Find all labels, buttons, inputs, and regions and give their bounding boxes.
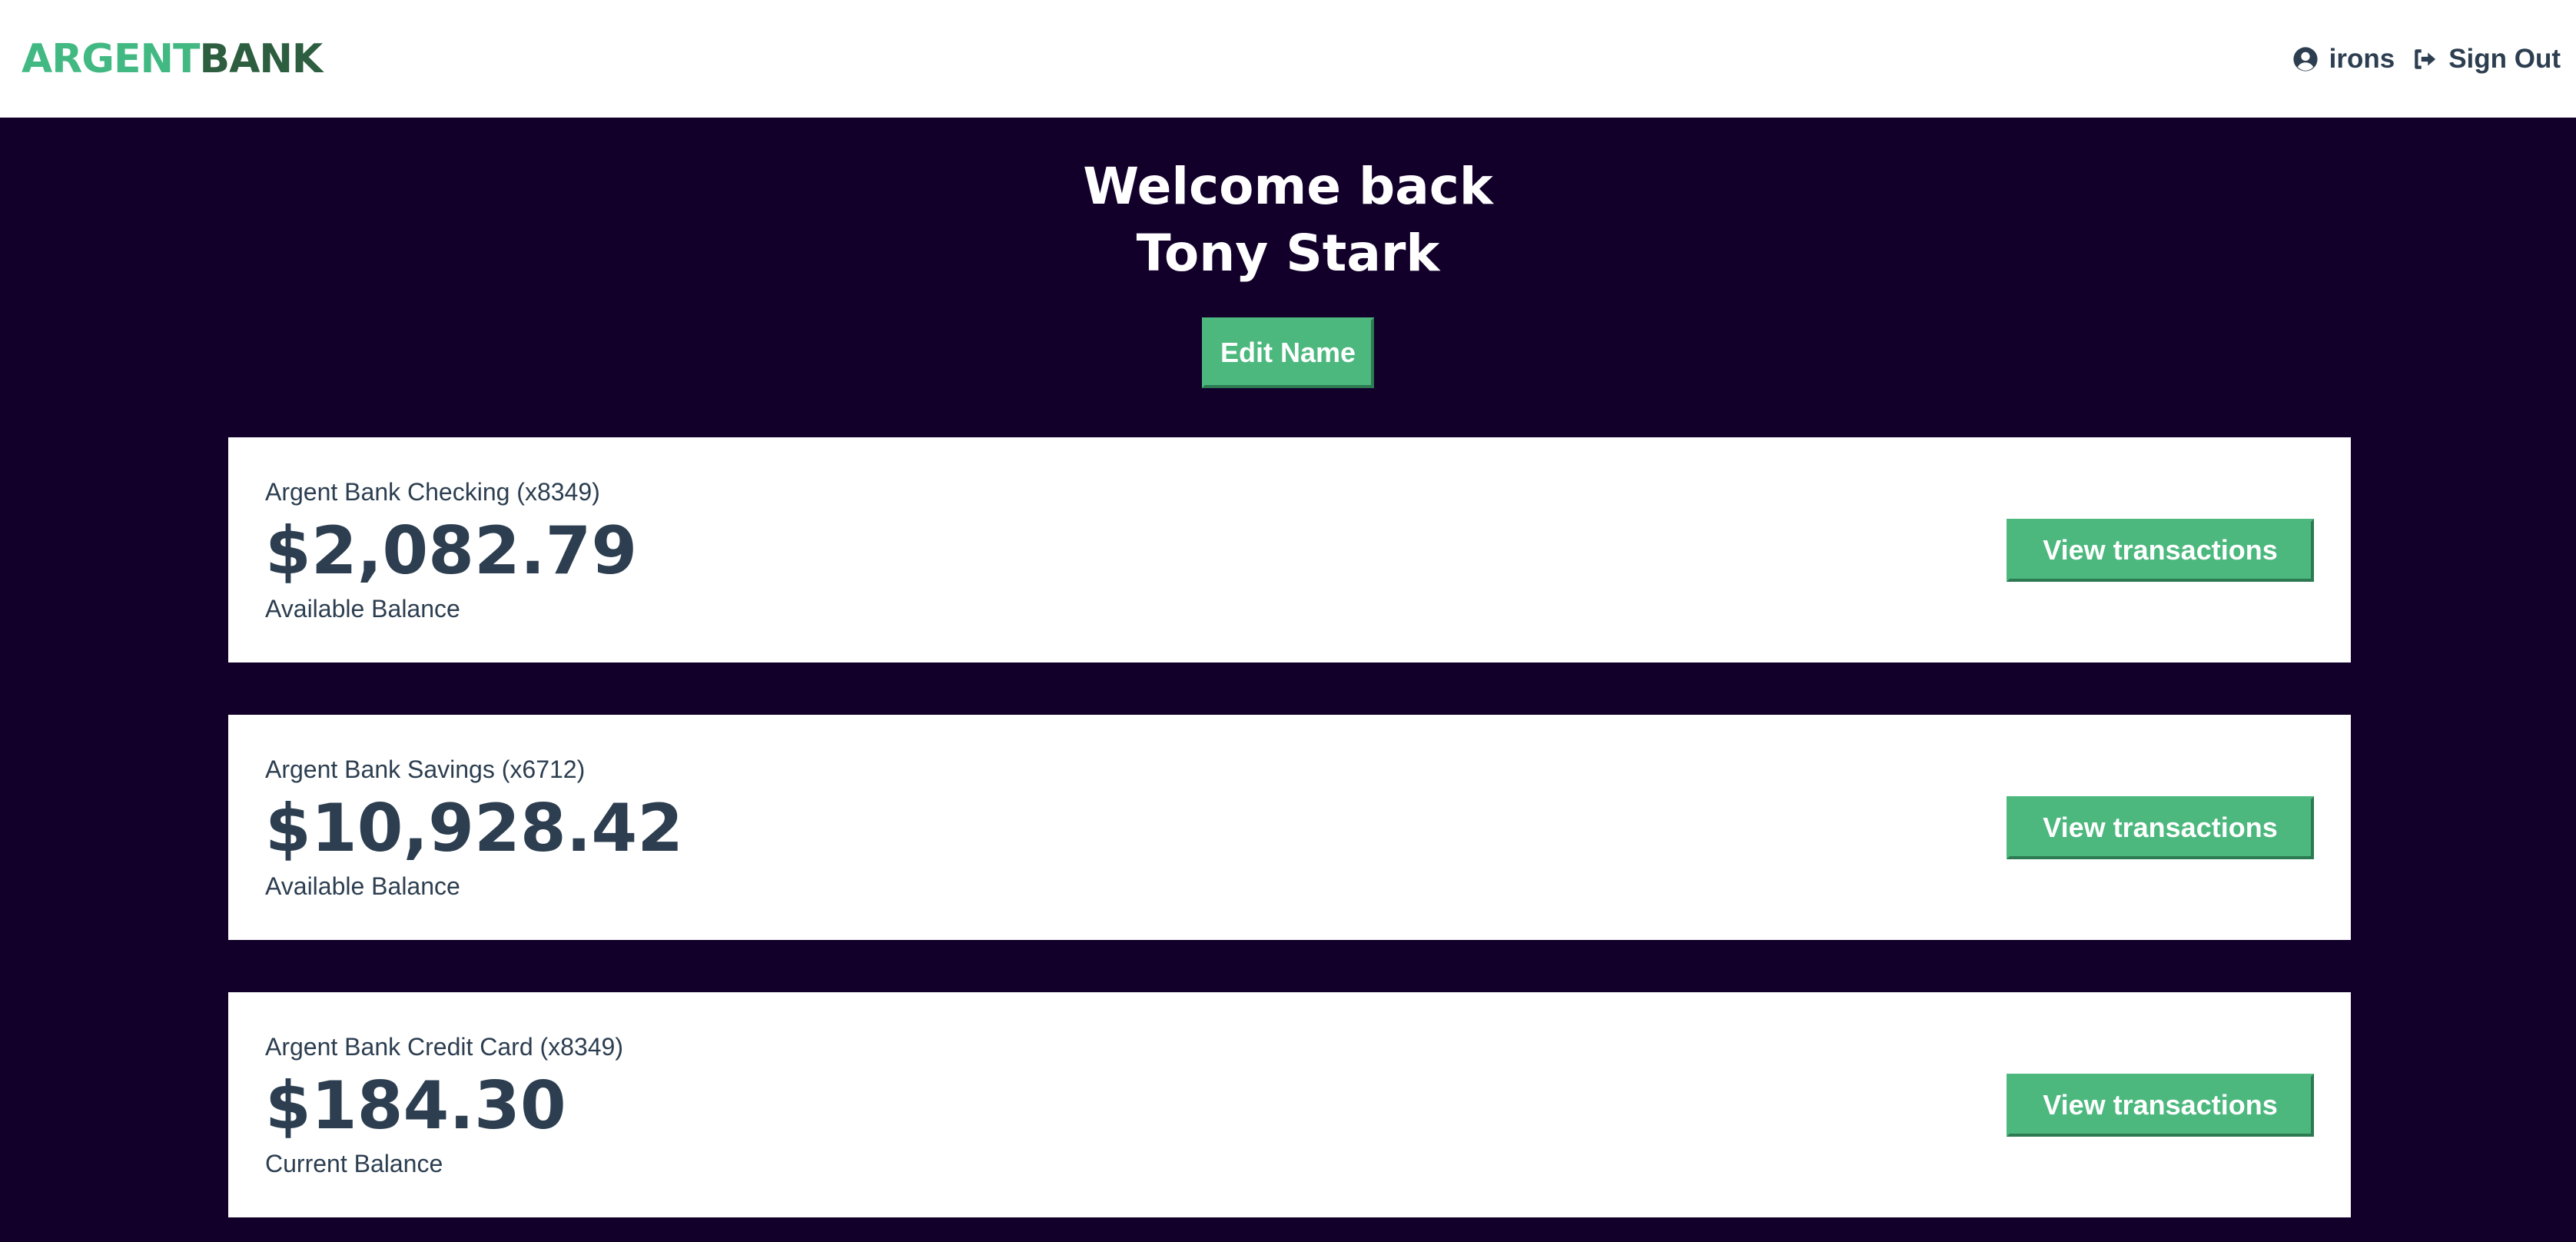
greeting-text: Welcome back [1083,157,1493,216]
account-card: Argent Bank Savings (x6712) $10,928.42 A… [228,715,2351,940]
brand-logo-bank: BANK [199,35,323,82]
account-card: Argent Bank Checking (x8349) $2,082.79 A… [228,437,2351,663]
brand-logo[interactable]: ARGENT BANK [22,35,323,82]
view-transactions-button[interactable]: View transactions [2007,795,2314,859]
account-info: Argent Bank Credit Card (x8349) $184.30 … [265,1031,623,1179]
account-amount-description: Current Balance [265,1149,443,1177]
username-label: irons [2329,43,2395,74]
account-info: Argent Bank Checking (x8349) $2,082.79 A… [265,477,637,624]
account-amount: $184.30 [265,1067,566,1144]
view-transactions-button[interactable]: View transactions [2007,1073,2314,1137]
sign-out-icon [2412,46,2438,72]
welcome-header: Welcome back Tony Stark Edit Name [0,118,2576,388]
user-profile-link[interactable]: irons [2292,44,2395,75]
main-content: Welcome back Tony Stark Edit Name Argent… [0,118,2576,1242]
account-amount: $10,928.42 [265,789,684,867]
user-full-name: Tony Stark [1136,224,1440,283]
account-card: Argent Bank Credit Card (x8349) $184.30 … [228,992,2351,1217]
user-circle-icon [2292,46,2319,72]
account-title: Argent Bank Savings (x6712) [265,755,586,783]
edit-name-button[interactable]: Edit Name [1202,317,1374,388]
account-amount-description: Available Balance [265,872,460,900]
brand-logo-argent: ARGENT [22,35,200,82]
account-amount: $2,082.79 [265,512,638,589]
nav-actions: irons Sign Out [2292,44,2561,75]
account-amount-description: Available Balance [265,594,460,623]
account-info: Argent Bank Savings (x6712) $10,928.42 A… [265,754,683,902]
page-title: Welcome back Tony Stark [0,153,2576,287]
view-transactions-button[interactable]: View transactions [2007,518,2314,582]
main-nav: ARGENT BANK irons Sign Out [0,0,2576,118]
sign-out-label: Sign Out [2448,43,2561,74]
sign-out-link[interactable]: Sign Out [2412,44,2561,75]
account-title: Argent Bank Checking (x8349) [265,477,600,506]
account-title: Argent Bank Credit Card (x8349) [265,1032,623,1061]
